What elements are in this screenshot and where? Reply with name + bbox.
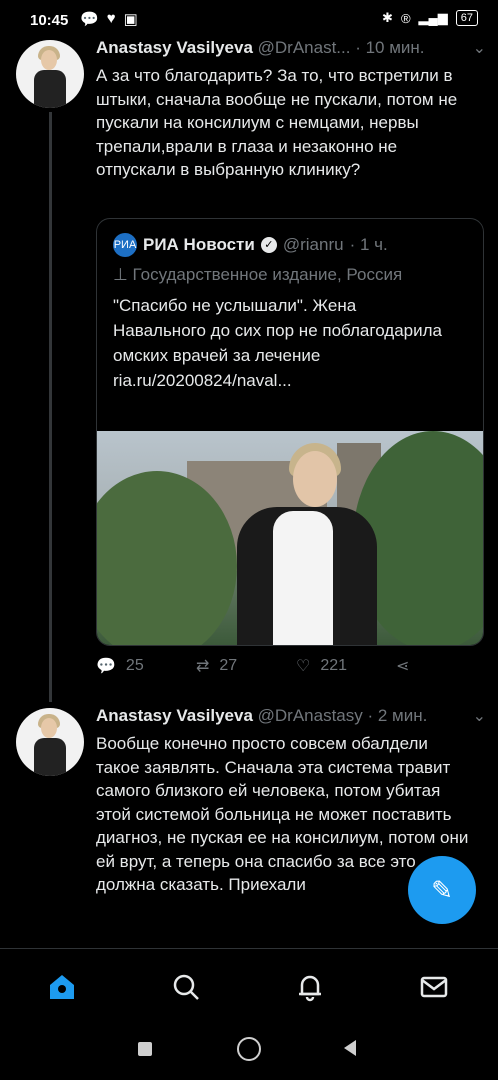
tweet-text: А за что благодарить? За то, что встрети… (96, 66, 458, 179)
author-handle[interactable]: @DrAnast... (258, 38, 351, 57)
quote-link[interactable]: ria.ru/20200824/naval... (113, 368, 453, 393)
notifications-icon[interactable] (292, 969, 328, 1005)
compose-icon: ✎ (431, 875, 453, 905)
app-icon: ▣ (123, 11, 138, 28)
more-options-icon[interactable]: ⌄ (473, 38, 486, 58)
search-icon[interactable] (168, 969, 204, 1005)
author-name[interactable]: Anastasy Vasilyeva (96, 38, 253, 57)
quote-time: · 1 ч. (349, 235, 388, 254)
thread-line (49, 112, 52, 702)
system-navigation-bar (0, 1024, 498, 1080)
author-handle[interactable]: @DrAnastasy (258, 706, 363, 725)
signal-icon: ▂▄▆ (418, 10, 448, 25)
verified-icon: ✓ (260, 237, 277, 253)
state-media-label[interactable]: ⊥ Государственное издание, Россия (113, 265, 402, 285)
registered-icon: ® (400, 10, 411, 26)
tweet-time[interactable]: · 2 мин. (368, 706, 428, 725)
quote-author-name: РИА Новости (143, 235, 255, 254)
podium-icon: ⊥ (113, 265, 128, 284)
reply-button[interactable]: 💬 25 (96, 656, 196, 676)
retweet-button[interactable]: ⇄ 27 (196, 656, 296, 676)
back-button[interactable] (344, 1040, 356, 1056)
messages-icon[interactable] (416, 969, 452, 1005)
share-button[interactable]: ⋖ (396, 656, 436, 676)
avatar[interactable] (16, 40, 84, 108)
quoted-tweet[interactable]: РИА РИА Новости ✓ @rianru · 1 ч. ⊥ Госуд… (96, 218, 484, 646)
status-bar: 10:45 💬 ♥ ▣ ✱ ® ▂▄▆ 67 (0, 0, 498, 40)
recent-apps-button[interactable] (138, 1042, 152, 1056)
avatar[interactable] (16, 708, 84, 776)
chat-icon: 💬 (80, 11, 99, 28)
compose-tweet-button[interactable]: ✎ (408, 856, 476, 924)
ria-logo-icon: РИА (113, 233, 137, 257)
tweet-actions: 💬 25 ⇄ 27 ♡ 221 ⋖ (96, 656, 436, 676)
tweet-header: Anastasy Vasilyeva @DrAnast... · 10 мин. (96, 38, 425, 58)
tweet-header: Anastasy Vasilyeva @DrAnastasy · 2 мин. (96, 706, 427, 726)
retweet-icon: ⇄ (196, 658, 210, 675)
bottom-navigation (0, 948, 498, 1025)
quote-text: "Спасибо не услышали". Жена Навального д… (113, 293, 453, 393)
home-icon[interactable] (44, 969, 80, 1005)
tweet-time[interactable]: · 10 мин. (355, 38, 424, 57)
quote-photo[interactable] (97, 431, 483, 645)
share-icon: ⋖ (396, 658, 410, 675)
home-button[interactable] (237, 1037, 261, 1061)
battery-icon: 67 (455, 10, 478, 26)
quote-author-handle: @rianru (282, 235, 344, 254)
heart-icon: ♡ (296, 658, 311, 675)
reply-icon: 💬 (96, 658, 116, 675)
like-button[interactable]: ♡ 221 (296, 656, 396, 676)
status-time: 10:45 (30, 12, 69, 29)
heart-icon: ♥ (106, 10, 116, 27)
author-name[interactable]: Anastasy Vasilyeva (96, 706, 253, 725)
more-options-icon[interactable]: ⌄ (473, 706, 486, 726)
bluetooth-icon: ✱ (382, 10, 393, 25)
